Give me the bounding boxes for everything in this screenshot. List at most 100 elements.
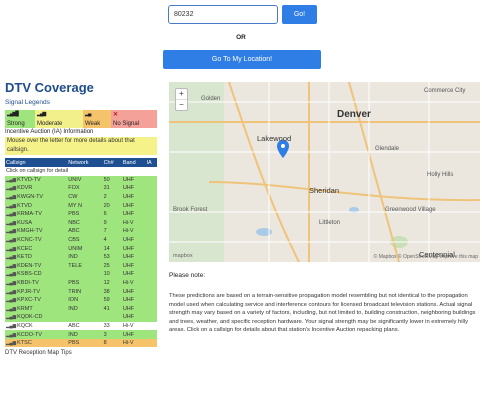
station-channel-text: 41 xyxy=(103,305,110,312)
col-network: Network xyxy=(67,158,103,167)
station-band-text: UHF xyxy=(122,297,135,304)
station-band-text: UHF xyxy=(122,262,135,269)
station-callsign[interactable]: ▂▄▆KETD xyxy=(5,252,68,262)
zoom-in-button[interactable]: + xyxy=(176,89,187,99)
station-network: PBS xyxy=(67,338,103,348)
please-note-heading: Please note: xyxy=(169,272,206,279)
no-signal-icon: ✕ xyxy=(113,112,119,118)
station-callsign[interactable]: ▂▄▆KTVD xyxy=(5,201,68,210)
signal-strength-icon: ▂▄▆ xyxy=(6,202,17,208)
station-ia xyxy=(145,295,157,305)
zip-code-input[interactable] xyxy=(168,5,278,24)
signal-strength-icon: ▂▄▆ xyxy=(6,262,17,268)
station-row[interactable]: ▂▄▆KSBS-CD 10 UHF xyxy=(5,270,157,279)
station-row[interactable]: ▂▄▆KTVD-TV UNIV 50 UHF xyxy=(5,175,157,185)
station-band-text: UHF xyxy=(122,194,135,201)
station-channel: 41 xyxy=(102,304,122,314)
station-band: Hi-V xyxy=(121,227,146,236)
station-network-text: ION xyxy=(68,297,79,304)
station-network-text: TRIN xyxy=(68,288,82,295)
my-location-button[interactable]: Go To My Location! xyxy=(163,50,321,69)
station-channel: 59 xyxy=(102,295,122,305)
station-callsign[interactable]: ▂▄▆KPJR-TV xyxy=(5,287,68,296)
station-callsign[interactable]: ▂▄▆KTVD-TV xyxy=(5,175,68,185)
station-ia xyxy=(145,218,157,228)
station-row[interactable]: ▂▄▆KETD IND 53 UHF xyxy=(5,252,157,262)
station-row[interactable]: ▂▄▆KDVR FOX 31 UHF xyxy=(5,184,157,193)
station-channel: 25 xyxy=(102,261,122,271)
station-callsign[interactable]: ▂▄▆KCEC xyxy=(5,244,68,253)
coverage-map[interactable]: + − Denver Lakewood Golden Sheridan Litt… xyxy=(169,82,480,262)
station-callsign[interactable]: ▂▄▆KRMA-TV xyxy=(5,209,68,219)
station-callsign[interactable]: ▂▄▆KUSA xyxy=(5,218,68,228)
station-network: NBC xyxy=(67,218,103,228)
station-channel-text: 59 xyxy=(103,297,110,304)
signal-legend: ▂▄▆█ Strong ▂▄▆ Moderate ▂▄ Weak ✕ No Si… xyxy=(5,110,157,128)
station-callsign[interactable]: ▂▄▆KSBS-CD xyxy=(5,270,68,279)
station-network-text: CW xyxy=(68,194,78,201)
station-row[interactable]: ▂▄▆KDEN-TV TELE 25 UHF xyxy=(5,261,157,271)
station-callsign[interactable]: ▂▄▆KMGH-TV xyxy=(5,227,68,236)
station-row[interactable]: ▂▄▆KPXC-TV ION 59 UHF xyxy=(5,295,157,305)
station-channel-text: 14 xyxy=(103,245,110,252)
station-row[interactable]: ▂▄▆KRMA-TV PBS 6 UHF xyxy=(5,209,157,219)
station-row[interactable]: ▂▄▆KTSC PBS 8 Hi-V xyxy=(5,338,157,348)
station-network-text: PBS xyxy=(68,211,80,218)
signal-strength-icon: ▂▄▆ xyxy=(6,228,17,234)
signal-strength-icon: ▂▄▆ xyxy=(6,340,17,346)
station-ia xyxy=(145,287,157,296)
signal-strength-icon: ▂▄▆ xyxy=(6,280,17,286)
station-callsign-text: KCNC-TV xyxy=(17,237,42,244)
station-row[interactable]: ▂▄▆KUSA NBC 9 Hi-V xyxy=(5,218,157,228)
station-channel: 38 xyxy=(102,287,122,296)
station-callsign[interactable]: ▂▄▆KRMT xyxy=(5,304,68,314)
map-label-greenwood: Greenwood Village xyxy=(385,207,436,213)
station-band-text: UHF xyxy=(122,254,135,261)
station-channel: 9 xyxy=(102,218,122,228)
station-row[interactable]: ▂▄▆KBDI-TV PBS 12 Hi-V xyxy=(5,278,157,288)
station-row[interactable]: ▂▄▆KMGH-TV ABC 7 Hi-V xyxy=(5,227,157,236)
station-band: UHF xyxy=(121,261,146,271)
station-row[interactable]: ▂▄▆KRMT IND 41 UHF xyxy=(5,304,157,314)
station-row[interactable]: ▂▄▆KPJR-TV TRIN 38 UHF xyxy=(5,287,157,296)
station-callsign[interactable]: ▂▄▆KWGN-TV xyxy=(5,192,68,202)
station-row[interactable]: ▂▄▆KCDO-TV IND 3 UHF xyxy=(5,330,157,339)
station-callsign[interactable]: ▂▄▆KBDI-TV xyxy=(5,278,68,288)
signal-strength-icon: ▂▄▆ xyxy=(6,288,17,294)
station-callsign[interactable]: ▂▄▆KQCK xyxy=(5,321,68,331)
station-callsign[interactable]: ▂▄▆KPXC-TV xyxy=(5,295,68,305)
mapbox-logo[interactable]: mapbox xyxy=(173,253,193,259)
station-callsign-text: KPJR-TV xyxy=(17,288,41,295)
station-band-text: Hi-V xyxy=(122,340,134,347)
station-ia xyxy=(145,304,157,314)
reception-map-tips-link[interactable]: DTV Reception Map Tips xyxy=(5,350,157,356)
station-row[interactable]: ▂▄▆KWGN-TV CW 2 UHF xyxy=(5,192,157,202)
coverage-panel: DTV Coverage Signal Legends ▂▄▆█ Strong … xyxy=(5,80,157,356)
station-callsign[interactable]: ▂▄▆KCNC-TV xyxy=(5,235,68,245)
station-callsign[interactable]: ▂▄▆KDVR xyxy=(5,184,68,193)
station-callsign[interactable]: ▂▄▆KQDK-CD xyxy=(5,313,68,322)
signal-strength-icon: ▂▄▆ xyxy=(6,176,17,182)
station-row[interactable]: ▂▄▆KQDK-CD UHF xyxy=(5,313,157,322)
station-callsign[interactable]: ▂▄▆KCDO-TV xyxy=(5,330,68,339)
station-row[interactable]: ▂▄▆KCEC UNIM 14 UHF xyxy=(5,244,157,253)
station-ia xyxy=(145,227,157,236)
station-channel-text: 9 xyxy=(103,219,107,226)
go-button[interactable]: Go! xyxy=(282,5,317,24)
station-channel: 31 xyxy=(102,184,122,193)
map-label-brook-forest: Brook Forest xyxy=(173,207,208,213)
table-header-row: Callsign Network Ch# Band IA xyxy=(5,158,157,167)
station-network-text: UNIV xyxy=(68,176,82,183)
station-row[interactable]: ▂▄▆KCNC-TV CBS 4 UHF xyxy=(5,235,157,245)
map-label-lakewood: Lakewood xyxy=(257,134,292,143)
station-callsign[interactable]: ▂▄▆KTSC xyxy=(5,338,68,348)
station-channel-text: 10 xyxy=(103,271,110,278)
station-row[interactable]: ▂▄▆KTVD MY N 20 UHF xyxy=(5,201,157,210)
station-network-text: TELE xyxy=(68,262,83,269)
map-attribution[interactable]: © Mapbox © OpenStreetMap Improve this ma… xyxy=(374,254,478,260)
station-callsign[interactable]: ▂▄▆KDEN-TV xyxy=(5,261,68,271)
zoom-out-button[interactable]: − xyxy=(176,99,187,110)
station-row[interactable]: ▂▄▆KQCK ABC 33 Hi-V xyxy=(5,321,157,331)
signal-bars-icon: ▂▄▆█ xyxy=(7,111,19,117)
station-network: ABC xyxy=(67,227,103,236)
